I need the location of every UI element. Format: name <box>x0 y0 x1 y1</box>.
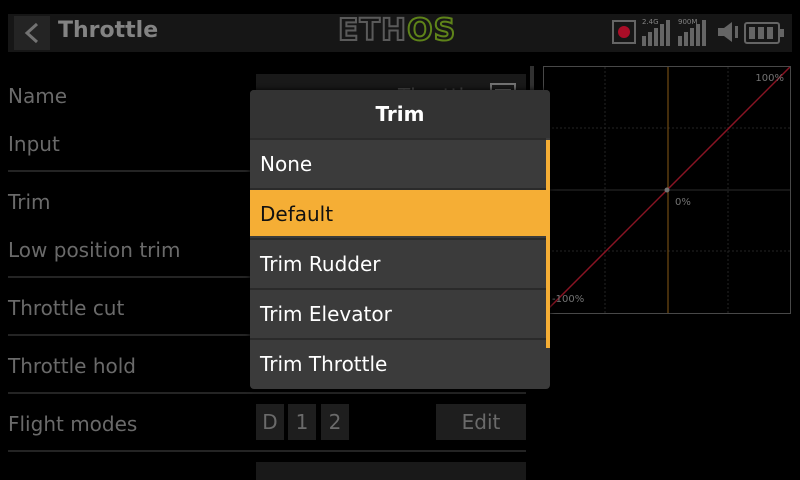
dialog-title: Trim <box>250 90 550 138</box>
trim-dialog: Trim None Default Trim Rudder Trim Eleva… <box>250 90 550 389</box>
option-none[interactable]: None <box>250 138 546 186</box>
option-trim-elevator[interactable]: Trim Elevator <box>250 288 546 336</box>
option-default[interactable]: Default <box>250 188 546 236</box>
dialog-scrollbar[interactable] <box>546 140 550 348</box>
option-trim-rudder[interactable]: Trim Rudder <box>250 238 546 286</box>
option-trim-throttle[interactable]: Trim Throttle <box>250 338 546 386</box>
